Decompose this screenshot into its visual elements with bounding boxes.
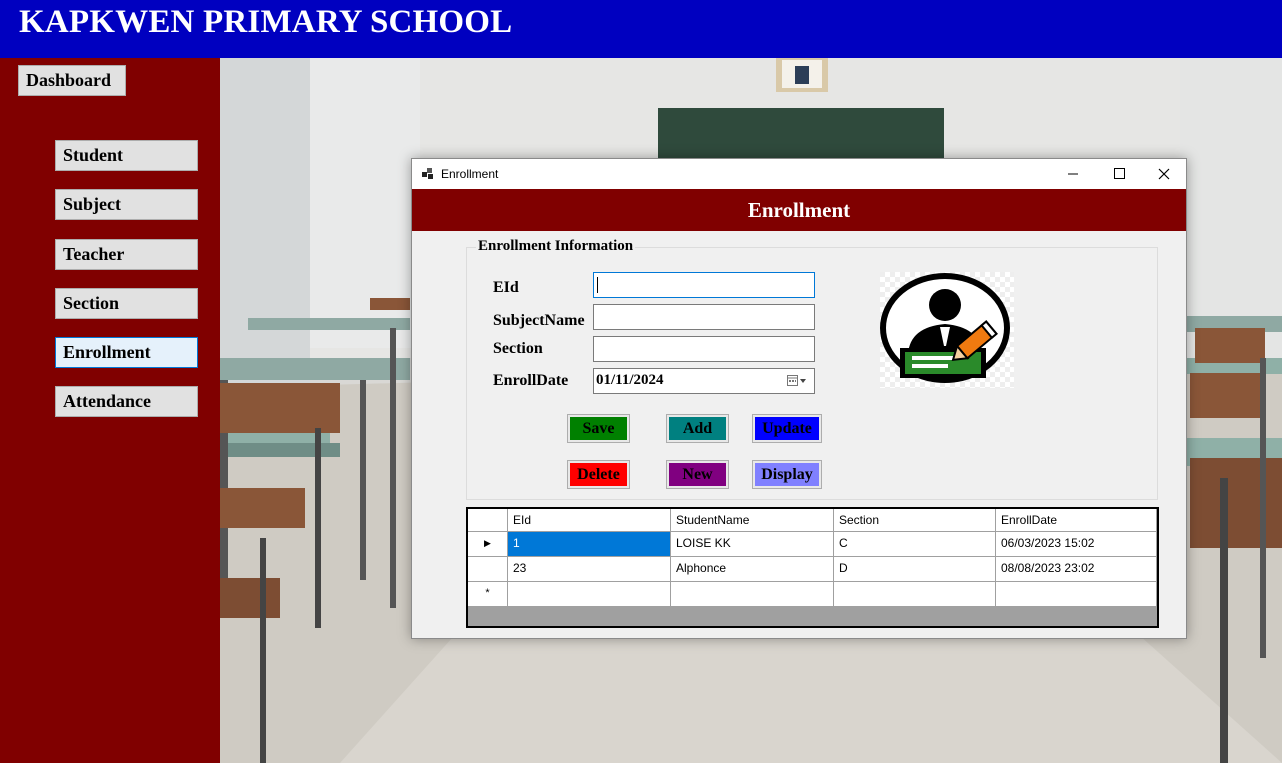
subject-name-label: SubjectName — [493, 312, 585, 329]
sidebar-item-enrollment[interactable]: Enrollment — [55, 337, 198, 368]
section-label: Section — [493, 340, 543, 357]
window-title: Enrollment — [441, 167, 499, 181]
minimize-button[interactable] — [1050, 159, 1096, 189]
sidebar-item-section[interactable]: Section — [55, 288, 198, 319]
row-header[interactable] — [468, 557, 508, 582]
dashboard-button[interactable]: Dashboard — [18, 65, 126, 96]
window-app-icon — [422, 168, 433, 179]
sidebar: Dashboard Student Subject Teacher Sectio… — [0, 58, 220, 763]
table-cell-section[interactable]: C — [834, 532, 996, 557]
new-row-cell-enrolldate[interactable] — [996, 582, 1157, 607]
sidebar-item-student[interactable]: Student — [55, 140, 198, 171]
table-cell-enrolldate[interactable]: 06/03/2023 15:02 — [996, 532, 1157, 557]
table-cell-eid[interactable]: 23 — [508, 557, 671, 582]
eid-input[interactable] — [593, 272, 815, 298]
sidebar-item-attendance[interactable]: Attendance — [55, 386, 198, 417]
save-button[interactable]: Save — [567, 414, 630, 443]
new-button[interactable]: New — [666, 460, 729, 489]
sidebar-item-subject[interactable]: Subject — [55, 189, 198, 220]
maximize-button[interactable] — [1096, 159, 1142, 189]
column-header-studentname[interactable]: StudentName — [671, 509, 834, 532]
close-icon — [1158, 168, 1170, 180]
eid-label: EId — [493, 279, 519, 296]
update-button-label: Update — [755, 417, 819, 440]
add-button[interactable]: Add — [666, 414, 729, 443]
new-row-cell-studentname[interactable] — [671, 582, 834, 607]
sidebar-item-teacher[interactable]: Teacher — [55, 239, 198, 270]
enrollment-window: Enrollment Enrollment Enrollment Informa… — [411, 158, 1187, 639]
delete-button[interactable]: Delete — [567, 460, 630, 489]
form-banner: Enrollment — [412, 189, 1186, 231]
enroll-date-value: 01/11/2024 — [596, 372, 664, 388]
new-row-cell-eid[interactable] — [508, 582, 671, 607]
table-cell-enrolldate[interactable]: 08/08/2023 23:02 — [996, 557, 1157, 582]
minimize-icon — [1068, 173, 1078, 175]
add-button-label: Add — [669, 417, 726, 440]
groupbox-title: Enrollment Information — [476, 238, 636, 255]
enrollment-logo-icon — [880, 272, 1014, 388]
subject-name-input[interactable] — [593, 304, 815, 330]
grid-corner-header — [468, 509, 508, 532]
section-input[interactable] — [593, 336, 815, 362]
column-header-eid[interactable]: EId — [508, 509, 671, 532]
display-button-label: Display — [755, 463, 819, 486]
calendar-dropdown-icon[interactable] — [786, 374, 810, 388]
column-header-section[interactable]: Section — [834, 509, 996, 532]
column-header-enrolldate[interactable]: EnrollDate — [996, 509, 1157, 532]
table-cell-section[interactable]: D — [834, 557, 996, 582]
display-button[interactable]: Display — [752, 460, 822, 489]
app-header: KAPKWEN PRIMARY SCHOOL — [0, 0, 1282, 58]
row-header-current[interactable]: ▶ — [468, 532, 508, 557]
row-header-new[interactable]: * — [468, 582, 508, 607]
new-row-cell-section[interactable] — [834, 582, 996, 607]
enroll-date-picker[interactable]: 01/11/2024 — [593, 368, 815, 394]
new-button-label: New — [669, 463, 726, 486]
table-cell-eid[interactable]: 1 — [508, 532, 671, 557]
school-title: KAPKWEN PRIMARY SCHOOL — [19, 4, 513, 40]
update-button[interactable]: Update — [752, 414, 822, 443]
table-cell-studentname[interactable]: LOISE KK — [671, 532, 834, 557]
delete-button-label: Delete — [570, 463, 627, 486]
close-button[interactable] — [1141, 159, 1187, 189]
enrollment-data-grid[interactable]: EId StudentName Section EnrollDate ▶ 1 L… — [466, 507, 1159, 628]
text-caret — [597, 277, 598, 293]
save-button-label: Save — [570, 417, 627, 440]
window-titlebar[interactable]: Enrollment — [412, 159, 1186, 189]
maximize-icon — [1114, 168, 1125, 179]
table-cell-studentname[interactable]: Alphonce — [671, 557, 834, 582]
enroll-date-label: EnrollDate — [493, 372, 569, 389]
form-heading: Enrollment — [747, 198, 851, 222]
